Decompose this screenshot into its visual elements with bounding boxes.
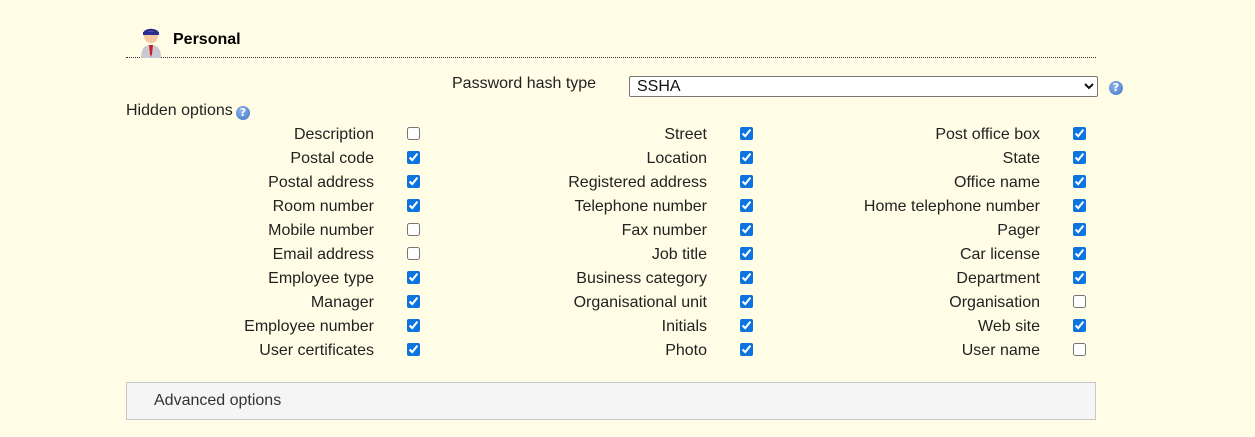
option-label: Pager [997, 222, 1040, 239]
option-checkbox[interactable] [1073, 175, 1086, 188]
option-checkbox[interactable] [1073, 295, 1086, 308]
hidden-options-label: Hidden options [126, 102, 233, 119]
option-checkbox[interactable] [1073, 343, 1086, 356]
option-label: Registered address [568, 174, 707, 191]
advanced-options-label: Advanced options [154, 392, 282, 409]
option-checkbox[interactable] [407, 271, 420, 284]
option-label: User certificates [259, 342, 374, 359]
option-label: Office name [954, 174, 1040, 191]
password-hash-select[interactable]: SSHA [629, 76, 1098, 97]
option-label: Department [956, 270, 1040, 287]
option-checkbox[interactable] [407, 343, 420, 356]
option-checkbox[interactable] [740, 343, 753, 356]
option-label: Postal code [290, 150, 374, 167]
option-checkbox[interactable] [740, 247, 753, 260]
option-label: Photo [665, 342, 707, 359]
option-label: Room number [272, 198, 374, 215]
option-label: Web site [978, 318, 1040, 335]
option-label: Home telephone number [863, 198, 1040, 215]
option-checkbox[interactable] [407, 199, 420, 212]
option-label: Organisation [949, 294, 1040, 311]
option-checkbox[interactable] [740, 271, 753, 284]
option-checkbox[interactable] [740, 223, 753, 236]
section-header: Personal [126, 22, 1096, 58]
option-label: Street [664, 126, 707, 143]
option-checkbox[interactable] [1073, 223, 1086, 236]
option-checkbox[interactable] [407, 223, 420, 236]
option-label: Employee number [244, 318, 374, 335]
option-checkbox[interactable] [1073, 127, 1086, 140]
user-icon [141, 28, 161, 58]
option-label: Location [646, 150, 708, 167]
option-label: Telephone number [574, 198, 707, 215]
option-label: Postal address [268, 174, 374, 191]
option-checkbox[interactable] [1073, 271, 1086, 284]
option-checkbox[interactable] [407, 295, 420, 308]
password-hash-label: Password hash type [452, 75, 597, 92]
option-label: Employee type [268, 270, 374, 287]
option-checkbox[interactable] [1073, 151, 1086, 164]
option-label: Manager [310, 294, 374, 311]
option-checkbox[interactable] [407, 151, 420, 164]
option-checkbox[interactable] [740, 175, 753, 188]
option-checkbox[interactable] [740, 295, 753, 308]
option-label: Job title [651, 246, 707, 263]
help-icon[interactable]: ? [1109, 81, 1123, 95]
section-title: Personal [173, 31, 241, 48]
option-label: Business category [576, 270, 707, 287]
option-label: Email address [272, 246, 374, 263]
option-label: Post office box [935, 126, 1040, 143]
option-label: Car license [959, 246, 1040, 263]
option-label: Fax number [621, 222, 707, 239]
option-label: Description [293, 126, 374, 143]
option-checkbox[interactable] [407, 175, 420, 188]
option-label: Mobile number [268, 222, 374, 239]
advanced-options-toggle[interactable]: Advanced options [126, 382, 1096, 420]
option-label: State [1002, 150, 1040, 167]
option-checkbox[interactable] [740, 151, 753, 164]
option-checkbox[interactable] [407, 319, 420, 332]
option-label: Organisational unit [573, 294, 707, 311]
option-checkbox[interactable] [740, 199, 753, 212]
option-checkbox[interactable] [740, 319, 753, 332]
help-icon[interactable]: ? [236, 106, 250, 120]
option-label: User name [961, 342, 1040, 359]
option-checkbox[interactable] [740, 127, 753, 140]
option-label: Initials [661, 318, 707, 335]
option-checkbox[interactable] [1073, 319, 1086, 332]
option-checkbox[interactable] [407, 247, 420, 260]
option-checkbox[interactable] [1073, 199, 1086, 212]
option-checkbox[interactable] [407, 127, 420, 140]
option-checkbox[interactable] [1073, 247, 1086, 260]
